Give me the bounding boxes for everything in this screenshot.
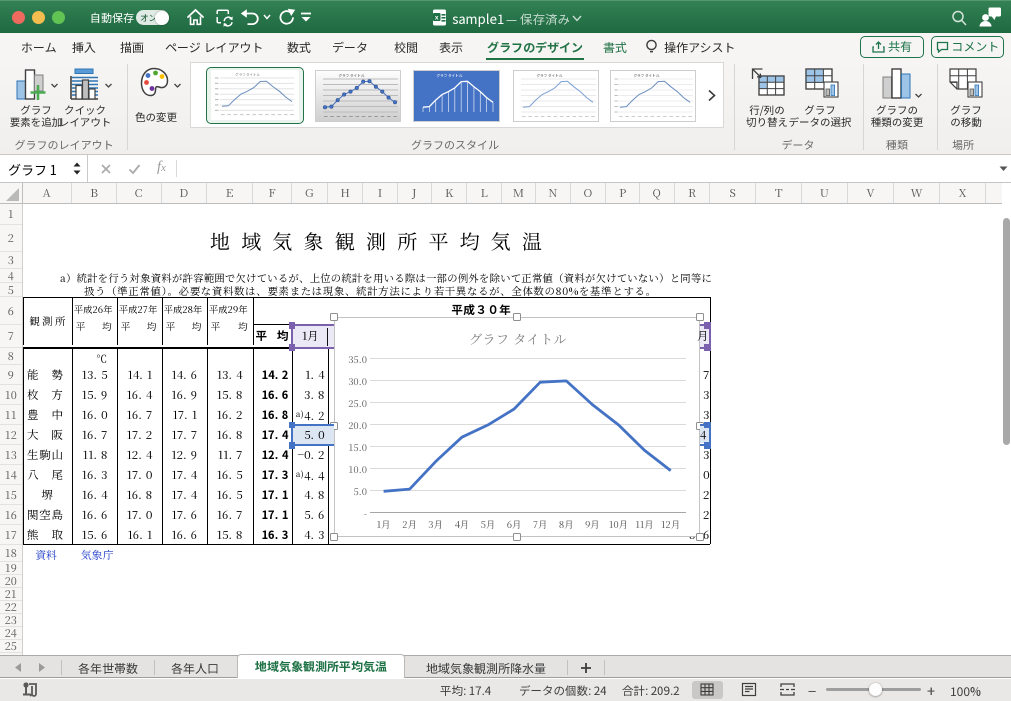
svg-text:x: x xyxy=(435,15,439,22)
